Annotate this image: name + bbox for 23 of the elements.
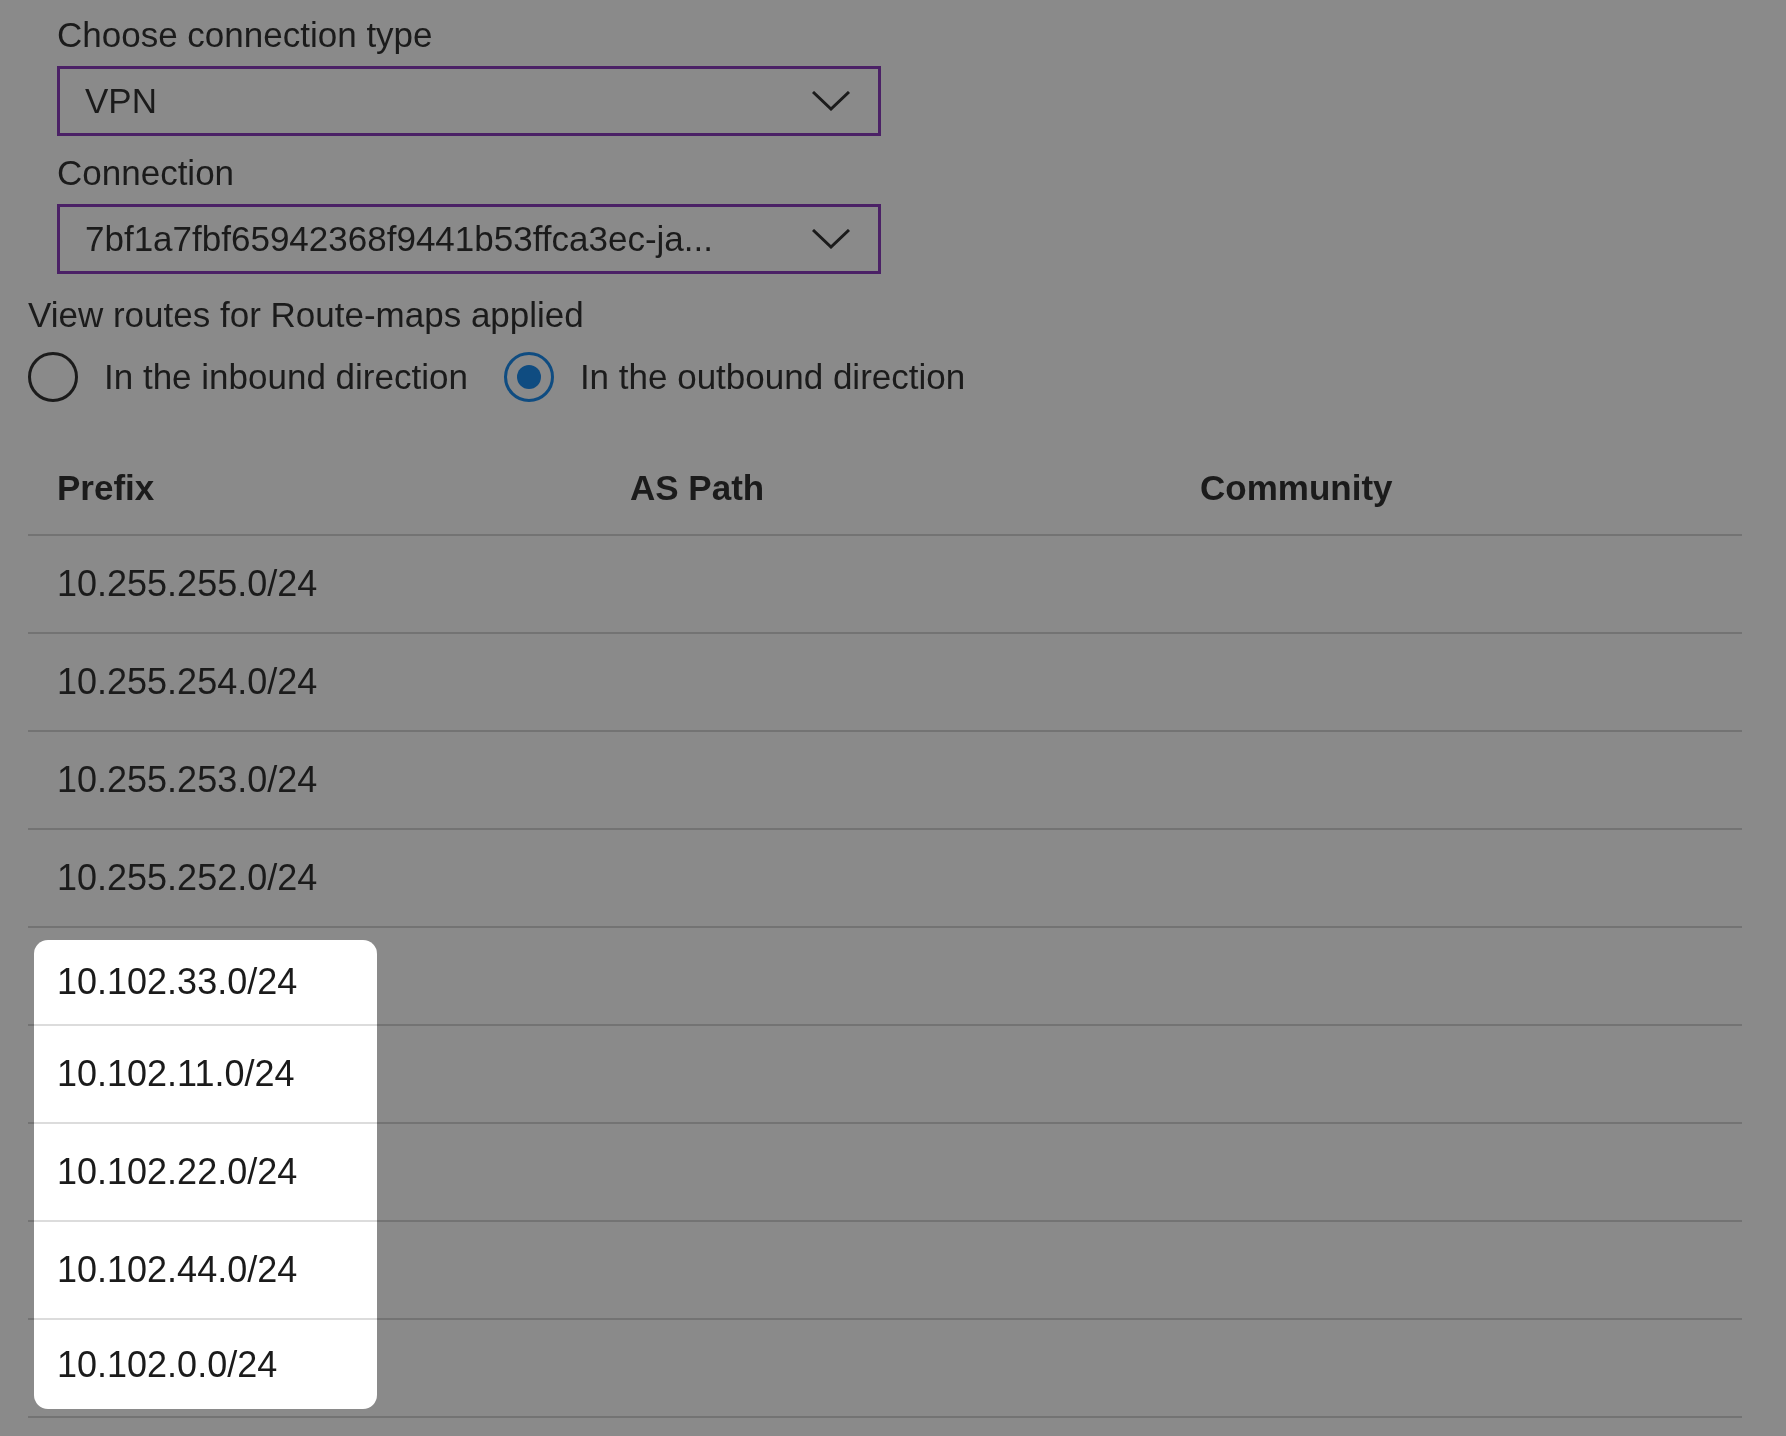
chevron-down-icon [812, 91, 850, 111]
connection-type-dropdown[interactable]: VPN [57, 66, 881, 136]
radio-button[interactable] [503, 352, 554, 402]
direction-label: View routes for Route-maps applied [28, 294, 584, 336]
chevron-down-icon [812, 229, 850, 249]
field-label: Connection [57, 152, 235, 194]
radio-button[interactable] [28, 352, 78, 402]
table-cell: 10.102.33.0/24 [57, 961, 298, 1003]
table-cell: 10.255.253.0/24 [57, 759, 318, 801]
table-cell: 10.102.44.0/24 [57, 1249, 298, 1291]
table-cell: 10.102.0.0/24 [57, 1343, 278, 1386]
table-cell: 10.102.11.0/24 [57, 1053, 295, 1095]
column-header: AS Path [630, 468, 765, 508]
table-cell: 10.255.255.0/24 [57, 563, 318, 605]
radio-label[interactable]: In the inbound direction [104, 357, 468, 397]
table-cell: 10.255.252.0/24 [57, 857, 318, 899]
table-cell: 10.255.254.0/24 [57, 661, 318, 703]
field-label: Choose connection type [57, 14, 433, 56]
column-header: Community [1200, 468, 1393, 508]
connection-dropdown[interactable]: 7bf1a7fbf65942368f9441b53ffca3ec-ja... [57, 204, 881, 274]
table-cell: 10.102.22.0/24 [57, 1151, 298, 1193]
column-header: Prefix [57, 468, 155, 508]
radio-label[interactable]: In the outbound direction [579, 357, 966, 397]
